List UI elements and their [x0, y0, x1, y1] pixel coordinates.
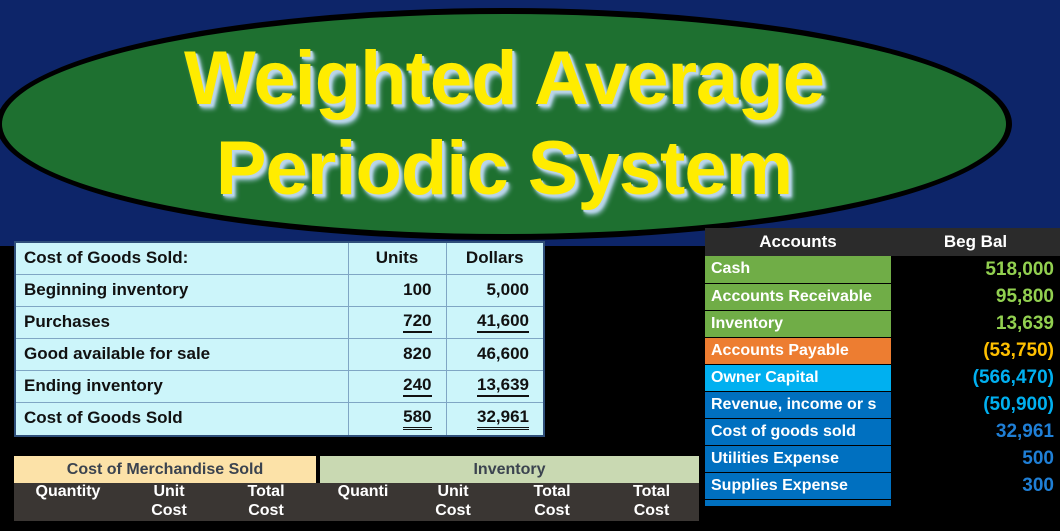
cogs-row-0-units: 100: [347, 273, 447, 307]
cogs-row-4-dollars: 32,961: [445, 401, 545, 436]
subheader-total-cost-inventory: Total Cost: [500, 483, 604, 521]
account-name-supplies-expense: Supplies Expense: [705, 472, 891, 500]
group-header-cost-of-merchandise-sold: Cost of Merchandise Sold: [14, 456, 316, 483]
account-value-inventory: 13,639: [891, 310, 1060, 337]
cogs-header-label: Cost of Goods Sold:: [14, 241, 349, 275]
account-name-partial: [705, 499, 891, 507]
table-row: Owner Capital (566,470): [705, 364, 1060, 392]
accounts-header-beg-bal: Beg Bal: [891, 228, 1060, 256]
cost-of-goods-sold-table: Cost of Goods Sold: Units Dollars Beginn…: [14, 241, 545, 437]
account-name-cost-of-goods-sold: Cost of goods sold: [705, 418, 891, 446]
cogs-row-1-dollars: 41,600: [445, 305, 545, 339]
table-row: Supplies Expense 300: [705, 472, 1060, 500]
subheader-quantity-inventory: Quanti: [320, 483, 406, 521]
subheader-unit-cost-inventory: Unit Cost: [406, 483, 500, 521]
account-name-inventory: Inventory: [705, 310, 891, 338]
table-row: Purchases 720 41,600: [14, 305, 545, 339]
cogs-row-4-units: 580: [347, 401, 447, 436]
account-name-cash: Cash: [705, 256, 891, 284]
cogs-row-1-label: Purchases: [14, 305, 349, 339]
account-value-partial: [891, 499, 1060, 506]
inventory-subheader-row: Quantity Unit Cost Total Cost Quanti Uni…: [14, 483, 699, 521]
cogs-row-2-units: 820: [347, 337, 447, 371]
accounts-panel: Accounts Beg Bal Cash 518,000 Accounts R…: [705, 228, 1060, 507]
cogs-row-0-dollars: 5,000: [445, 273, 545, 307]
cogs-row-0-label: Beginning inventory: [14, 273, 349, 307]
cogs-header-units: Units: [347, 241, 447, 275]
table-row: Inventory 13,639: [705, 310, 1060, 338]
account-value-cash: 518,000: [891, 256, 1060, 283]
inventory-detail-table: Cost of Merchandise Sold Inventory Quant…: [14, 456, 699, 521]
account-value-cost-of-goods-sold: 32,961: [891, 418, 1060, 445]
inventory-group-header-row: Cost of Merchandise Sold Inventory: [14, 456, 699, 483]
cogs-row-2-dollars: 46,600: [445, 337, 545, 371]
cogs-row-3-label: Ending inventory: [14, 369, 349, 403]
table-row: Cash 518,000: [705, 256, 1060, 284]
title-ellipse: Weighted Average Periodic System: [0, 8, 1012, 240]
account-value-revenue-income: (50,900): [891, 391, 1060, 418]
account-name-utilities-expense: Utilities Expense: [705, 445, 891, 473]
cogs-row-3-dollars: 13,639: [445, 369, 545, 403]
account-name-accounts-receivable: Accounts Receivable: [705, 283, 891, 311]
account-name-revenue-income: Revenue, income or s: [705, 391, 891, 419]
table-row: Beginning inventory 100 5,000: [14, 273, 545, 307]
inventory-table-body: Cost of Merchandise Sold Inventory Quant…: [14, 456, 699, 521]
account-value-supplies-expense: 300: [891, 472, 1060, 499]
table-row: Ending inventory 240 13,639: [14, 369, 545, 403]
table-row: Revenue, income or s (50,900): [705, 391, 1060, 419]
title-line-1: Weighted Average: [183, 36, 825, 122]
account-value-utilities-expense: 500: [891, 445, 1060, 472]
account-value-owner-capital: (566,470): [891, 364, 1060, 391]
accounts-table: Accounts Beg Bal Cash 518,000 Accounts R…: [705, 228, 1060, 507]
accounts-header-row: Accounts Beg Bal: [705, 228, 1060, 256]
account-name-owner-capital: Owner Capital: [705, 364, 891, 392]
cogs-table-body: Cost of Goods Sold: Units Dollars Beginn…: [14, 241, 545, 436]
title-line-2: Periodic System: [215, 126, 793, 211]
account-value-accounts-receivable: 95,800: [891, 283, 1060, 310]
account-name-accounts-payable: Accounts Payable: [705, 337, 891, 365]
group-header-inventory: Inventory: [320, 456, 699, 483]
subheader-total-cost-running: Total Cost: [604, 483, 699, 521]
table-row: Utilities Expense 500: [705, 445, 1060, 473]
cogs-row-2-label: Good available for sale: [14, 337, 349, 371]
slide-stage: Weighted Average Periodic System Cost of…: [0, 0, 1060, 531]
table-row: Good available for sale 820 46,600: [14, 337, 545, 371]
table-row: Accounts Receivable 95,800: [705, 283, 1060, 311]
cogs-row-3-units: 240: [347, 369, 447, 403]
accounts-header-accounts: Accounts: [705, 228, 891, 256]
table-row-partial: [705, 499, 1060, 507]
accounts-table-body: Accounts Beg Bal Cash 518,000 Accounts R…: [705, 228, 1060, 507]
cogs-row-4-label: Cost of Goods Sold: [14, 401, 349, 436]
subheader-quantity-cms: Quantity: [14, 483, 122, 521]
table-row: Accounts Payable (53,750): [705, 337, 1060, 365]
cogs-header-row: Cost of Goods Sold: Units Dollars: [14, 241, 545, 275]
account-value-accounts-payable: (53,750): [891, 337, 1060, 364]
table-row: Cost of goods sold 32,961: [705, 418, 1060, 446]
cogs-header-dollars: Dollars: [445, 241, 545, 275]
subheader-unit-cost-cms: Unit Cost: [122, 483, 216, 521]
cogs-row-1-units: 720: [347, 305, 447, 339]
subheader-total-cost-cms: Total Cost: [216, 483, 316, 521]
table-row: Cost of Goods Sold 580 32,961: [14, 401, 545, 436]
